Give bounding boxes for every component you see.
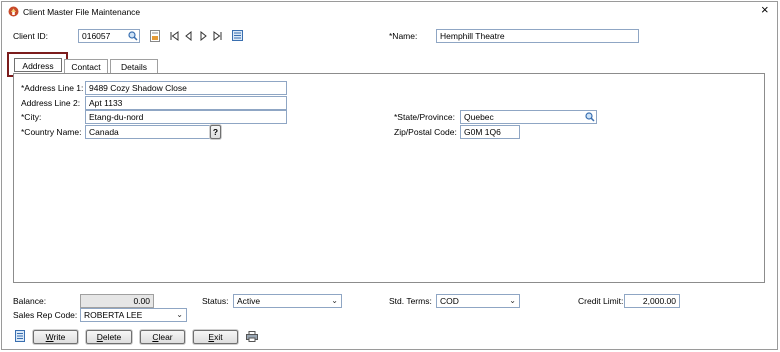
terms-value: COD [440,296,459,306]
city-label: *City: [21,112,42,122]
country-field[interactable]: Canada [85,125,221,139]
address-line1-field[interactable]: 9489 Cozy Shadow Close [85,81,287,95]
chevron-down-icon: ⌄ [176,310,183,319]
list-view-icon[interactable] [232,30,243,41]
chevron-down-icon: ⌄ [331,296,338,305]
name-label: *Name: [389,31,418,41]
address-line2-field[interactable]: Apt 1133 [85,96,287,110]
delete-button[interactable]: Delete [86,330,132,344]
credit-limit-label: Credit Limit: [578,296,624,306]
chevron-down-icon: ⌄ [509,296,516,305]
tab-details[interactable]: Details [110,59,158,74]
terms-label: Std. Terms: [389,296,432,306]
last-record-icon[interactable] [213,31,222,41]
address-line1-label: *Address Line 1: [21,83,84,93]
write-button-label: rite [53,332,66,342]
clear-button[interactable]: Clear [140,330,185,344]
sales-rep-value: ROBERTA LEE [84,310,143,320]
address-line2-label: Address Line 2: [21,98,81,108]
sales-rep-label: Sales Rep Code: [13,310,78,320]
exit-button[interactable]: Exit [193,330,238,344]
tab-contact[interactable]: Contact [64,59,108,74]
write-button[interactable]: Write [33,330,78,344]
terms-select[interactable]: COD ⌄ [436,294,520,308]
credit-limit-field[interactable]: 2,000.00 [624,294,680,308]
country-label: *Country Name: [21,127,82,137]
print-icon[interactable] [246,331,258,342]
next-record-icon[interactable] [200,31,207,41]
country-help-button[interactable]: ? [210,125,221,139]
clear-button-label: lear [158,332,173,342]
zip-label: Zip/Postal Code: [394,127,457,137]
status-value: Active [237,296,261,306]
balance-label: Balance: [13,296,47,306]
balance-field: 0.00 [80,294,154,308]
state-label: *State/Province: [394,112,455,122]
status-select[interactable]: Active ⌄ [233,294,342,308]
first-record-icon[interactable] [170,31,179,41]
zip-field[interactable]: G0M 1Q6 [460,125,520,139]
document-icon[interactable] [15,330,25,342]
delete-button-label: elete [102,332,122,342]
previous-record-icon[interactable] [185,31,192,41]
state-lookup-icon[interactable] [585,112,595,122]
state-field[interactable]: Quebec [460,110,597,124]
window-title: Client Master File Maintenance [23,7,141,17]
close-button[interactable]: × [761,3,769,16]
name-field[interactable]: Hemphill Theatre [436,29,639,43]
lookup-icon[interactable] [128,31,138,41]
client-id-label: Client ID: [13,31,48,41]
app-icon [8,6,19,17]
city-field[interactable]: Etang-du-nord [85,110,287,124]
write-button-mnemonic: W [45,332,54,342]
status-label: Status: [202,296,229,306]
sales-rep-select[interactable]: ROBERTA LEE ⌄ [80,308,187,322]
exit-button-label: xit [214,332,223,342]
notes-icon[interactable] [150,30,160,42]
